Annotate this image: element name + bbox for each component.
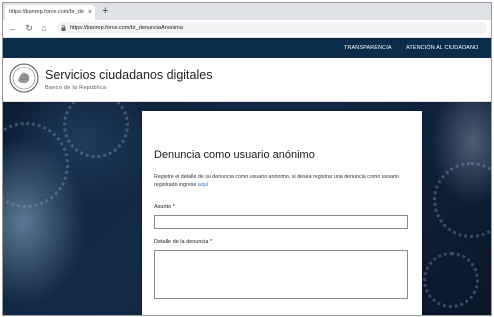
form-description-text: Registre el detalle de su denuncia como …: [154, 174, 399, 188]
background-gear-decoration: [63, 102, 129, 158]
subject-label: Asunto *: [154, 204, 175, 210]
registered-user-link[interactable]: aquí: [198, 182, 208, 188]
url-text: https://banrep.force.com/br_denunciaAnon…: [70, 25, 183, 31]
site-title: Servicios ciudadanos digitales: [45, 68, 213, 82]
detail-label: Detalle de la denuncia *: [154, 239, 213, 245]
site-subtitle: Banco de la República: [45, 85, 107, 91]
address-bar[interactable]: https://banrep.force.com/br_denunciaAnon…: [57, 22, 487, 34]
background-gear-decoration: [433, 162, 491, 238]
tab-title: https://banrep.force.com/br_de: [9, 9, 84, 15]
subject-input[interactable]: [154, 215, 408, 229]
nav-link-transparencia[interactable]: TRANSPARENCIA: [344, 38, 392, 58]
reload-icon[interactable]: ↻: [23, 22, 35, 34]
tab-close-icon[interactable]: ×: [88, 5, 92, 20]
tab-strip: https://banrep.force.com/br_de × +: [3, 3, 491, 20]
bank-seal-logo[interactable]: [9, 63, 39, 93]
background-gear-decoration: [3, 122, 69, 208]
home-icon[interactable]: ⌂: [38, 22, 50, 34]
site-top-nav: TRANSPARENCIA ATENCIÓN AL CIUDADANO: [3, 38, 491, 58]
lock-icon: [61, 25, 66, 31]
browser-window: https://banrep.force.com/br_de × + ← ↻ ⌂…: [2, 2, 492, 316]
browser-tab[interactable]: https://banrep.force.com/br_de ×: [5, 5, 95, 20]
form-description: Registre el detalle de su denuncia como …: [154, 173, 409, 189]
background-gear-decoration: [423, 252, 479, 308]
detail-textarea[interactable]: [154, 250, 408, 299]
back-arrow-icon[interactable]: ←: [7, 22, 19, 34]
browser-toolbar: ← ↻ ⌂ https://banrep.force.com/br_denunc…: [3, 20, 491, 38]
complaint-form-card: Denuncia como usuario anónimo Registre e…: [142, 111, 422, 315]
new-tab-button[interactable]: +: [102, 4, 108, 19]
form-heading: Denuncia como usuario anónimo: [154, 149, 315, 161]
nav-link-atencion[interactable]: ATENCIÓN AL CIUDADANO: [406, 38, 478, 58]
site-header: Servicios ciudadanos digitales Banco de …: [3, 58, 491, 102]
